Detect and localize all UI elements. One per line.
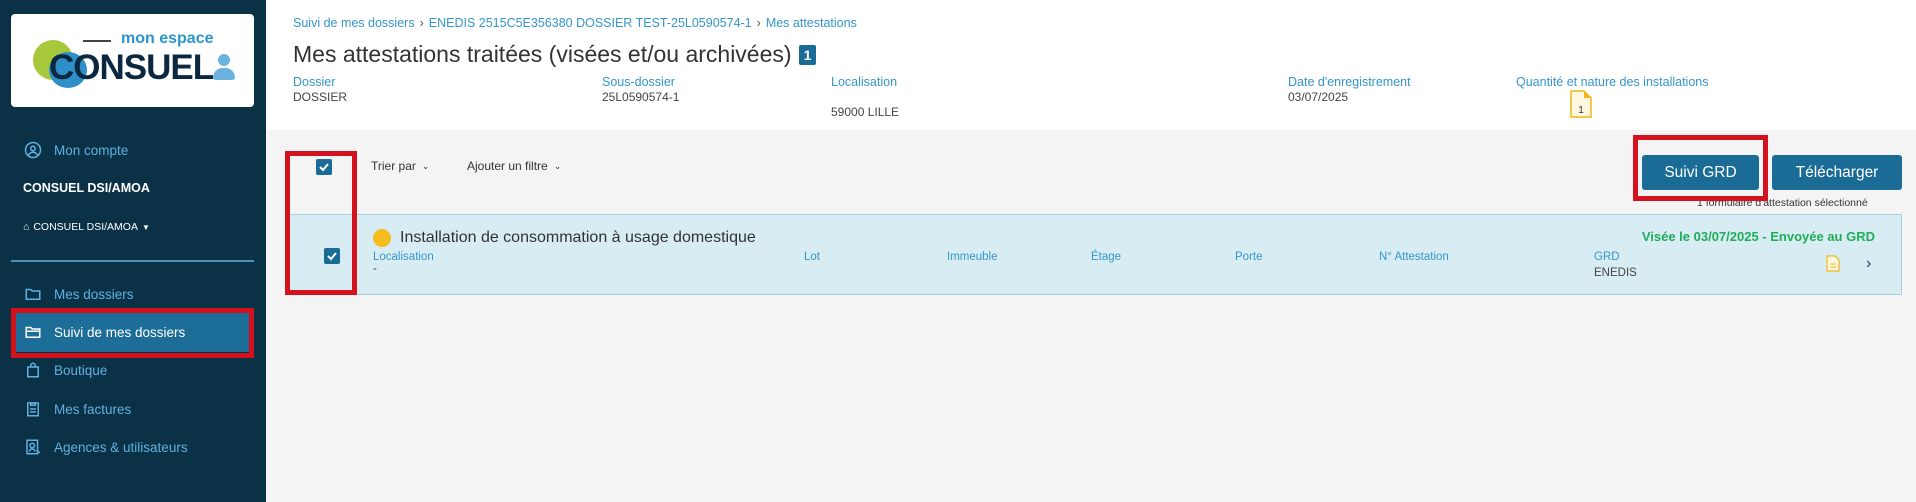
select-all-checkbox[interactable] [316, 159, 332, 175]
file-icon[interactable] [1826, 255, 1840, 272]
col-value-grd: ENEDIS [1594, 267, 1637, 279]
folder-icon [24, 285, 42, 303]
logo-person-icon [213, 54, 235, 82]
breadcrumb-link-dossier[interactable]: ENEDIS 2515C5E356380 DOSSIER TEST-25L059… [429, 16, 752, 30]
logo-dash [83, 40, 111, 42]
sidebar-item-boutique[interactable]: Boutique [12, 350, 252, 390]
info-quantite: Quantité et nature des installations [1516, 75, 1708, 89]
info-label: Dossier [293, 75, 336, 89]
account-link-label: Mon compte [54, 142, 129, 158]
sidebar-item-label: Boutique [54, 362, 108, 378]
sidebar-item-agences-utilisateurs[interactable]: Agences & utilisateurs [12, 427, 252, 467]
row-status: Visée le 03/07/2025 - Envoyée au GRD [1641, 229, 1875, 244]
col-label-immeuble: Immeuble [947, 251, 998, 263]
sidebar-item-label: Suivi de mes dossiers [54, 324, 186, 340]
status-dot [373, 229, 391, 247]
consuel-logo[interactable]: mon espace CONSUEL [11, 14, 254, 107]
count-badge: 1 [798, 44, 817, 65]
breadcrumb-current[interactable]: Mes attestations [766, 16, 857, 30]
account-link[interactable]: Mon compte [12, 130, 252, 170]
col-label-lot: Lot [804, 251, 820, 263]
agency-selector[interactable]: ⌂ CONSUEL DSI/AMOA ▼ [23, 221, 150, 233]
breadcrumb: Suivi de mes dossiers › ENEDIS 2515C5E35… [293, 16, 857, 30]
info-value: 03/07/2025 [1288, 90, 1349, 104]
folder-open-icon [24, 323, 42, 341]
breadcrumb-link-suivi[interactable]: Suivi de mes dossiers [293, 16, 415, 30]
sidebar-item-label: Agences & utilisateurs [54, 439, 188, 455]
sidebar-item-mes-factures[interactable]: Mes factures [12, 389, 252, 429]
info-date: Date d'enregistrement 03/07/2025 [1288, 75, 1411, 104]
info-value: 25L0590574-1 [602, 90, 680, 104]
sidebar-item-mes-dossiers[interactable]: Mes dossiers [12, 274, 252, 314]
col-value-localisation: - [373, 263, 377, 275]
sidebar-item-suivi-dossiers[interactable]: Suivi de mes dossiers [12, 312, 252, 352]
add-filter-dropdown[interactable]: Ajouter un filtre ⌄ [467, 159, 561, 173]
chevron-down-icon: ⌄ [421, 160, 430, 171]
user-circle-icon [24, 141, 42, 159]
sort-label: Trier par [371, 159, 416, 173]
sort-dropdown[interactable]: Trier par ⌄ [371, 159, 429, 173]
info-label: Date d'enregistrement [1288, 75, 1411, 89]
shopping-bag-icon [24, 361, 42, 379]
col-label-etage: Étage [1091, 251, 1122, 263]
building-icon: ⌂ [23, 221, 30, 233]
suivi-grd-button[interactable]: Suivi GRD [1642, 155, 1759, 190]
agency-label: CONSUEL DSI/AMOA [33, 221, 138, 233]
sidebar: mon espace CONSUEL Mon compte CONSUEL DS… [0, 0, 266, 502]
logo-brand: CONSUEL [49, 48, 214, 87]
info-label: Localisation [831, 75, 898, 89]
page-title: Mes attestations traitées (visées et/ou … [293, 41, 817, 68]
download-button[interactable]: Télécharger [1772, 155, 1902, 190]
row-title: Installation de consommation à usage dom… [400, 229, 756, 246]
page-title-text: Mes attestations traitées (visées et/ou … [293, 41, 792, 67]
page-header: Suivi de mes dossiers › ENEDIS 2515C5E35… [266, 0, 1916, 130]
clipboard-icon [24, 400, 42, 418]
sidebar-divider [11, 260, 254, 262]
col-label-attestation: N° Attestation [1379, 251, 1449, 263]
info-value: 59000 LILLE [831, 105, 900, 119]
chevron-right-icon: › [419, 16, 424, 30]
check-icon [319, 163, 329, 172]
filter-label: Ajouter un filtre [467, 159, 548, 173]
info-label: Sous-dossier [602, 75, 675, 89]
sidebar-item-label: Mes factures [54, 401, 132, 417]
sidebar-item-label: Mes dossiers [54, 286, 134, 302]
col-label-localisation: Localisation [373, 251, 434, 263]
col-label-grd: GRD [1594, 251, 1620, 263]
user-badge-icon [24, 438, 42, 456]
check-icon [327, 252, 337, 261]
selection-count: 1 formulaire d'attestation sélectionné [1697, 197, 1868, 209]
row-checkbox[interactable] [324, 248, 340, 264]
info-sous-dossier: Sous-dossier 25L0590574-1 [602, 75, 679, 104]
info-localisation: Localisation 59000 LILLE [831, 75, 899, 119]
info-dossier: Dossier DOSSIER [293, 75, 347, 104]
chevron-right-icon: › [756, 16, 761, 30]
chevron-right-icon[interactable]: › [1866, 255, 1871, 273]
account-name: CONSUEL DSI/AMOA [23, 181, 150, 195]
document-icon[interactable]: 1 [1570, 90, 1592, 118]
chevron-down-icon: ▼ [141, 222, 150, 232]
col-label-porte: Porte [1235, 251, 1263, 263]
logo-subtitle: mon espace [121, 30, 214, 47]
attestation-row[interactable]: Installation de consommation à usage dom… [285, 214, 1902, 295]
installation-count: 1 [1578, 105, 1584, 116]
info-value: DOSSIER [293, 90, 348, 104]
info-label: Quantité et nature des installations [1516, 75, 1709, 89]
chevron-down-icon: ⌄ [553, 160, 562, 171]
